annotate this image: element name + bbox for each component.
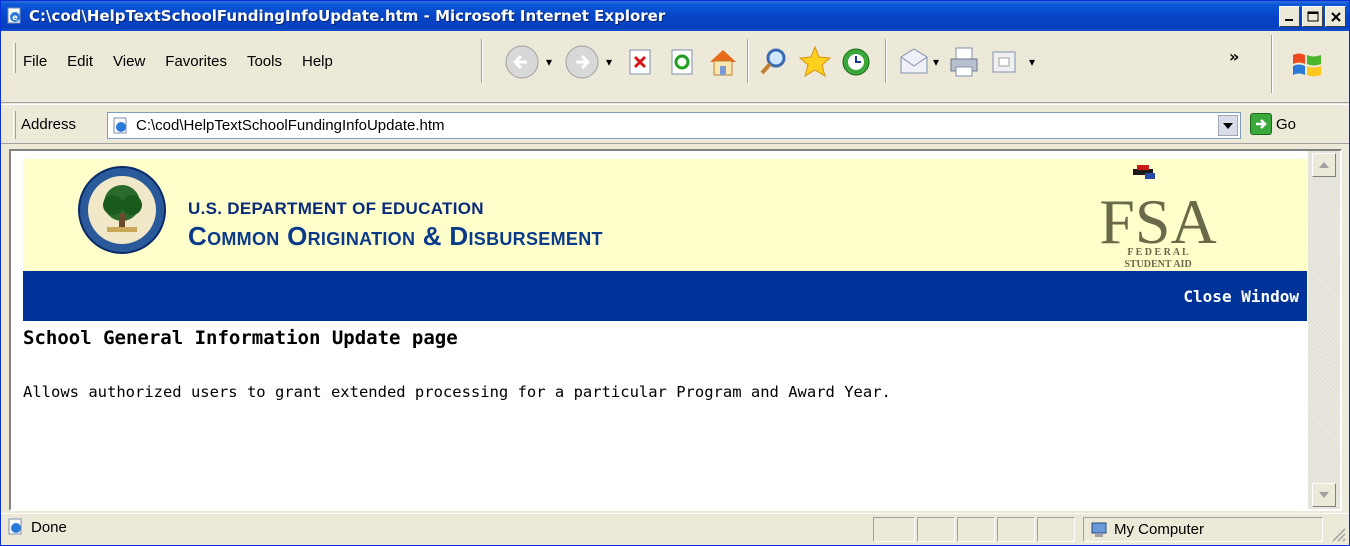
svg-text:STUDENT AID: STUDENT AID <box>1124 259 1191 270</box>
favorites-button[interactable] <box>797 44 833 80</box>
back-dropdown-icon[interactable]: ▾ <box>546 55 552 69</box>
stop-icon <box>629 49 651 75</box>
menu-help[interactable]: Help <box>302 53 333 70</box>
menu-bar: File Edit View Favorites Tools Help <box>23 53 353 70</box>
address-input[interactable]: C:\cod\HelpTextSchoolFundingInfoUpdate.h… <box>107 112 1241 139</box>
edit-icon <box>992 51 1016 73</box>
zone-label: My Computer <box>1114 521 1205 538</box>
status-pane <box>873 517 915 542</box>
resize-grip-icon[interactable] <box>1329 525 1347 543</box>
address-grip[interactable] <box>13 111 16 139</box>
ie-page-icon: e <box>7 7 21 24</box>
arrow-up-icon <box>1319 162 1329 168</box>
print-button[interactable] <box>947 45 981 79</box>
ie-page-icon <box>113 117 127 133</box>
search-icon <box>760 48 786 75</box>
page-description: Allows authorized users to grant extende… <box>23 383 891 401</box>
menu-toolbar: File Edit View Favorites Tools Help ▾ ▾ <box>1 31 1349 103</box>
forward-dropdown-icon[interactable]: ▾ <box>606 55 612 69</box>
go-arrow-icon <box>1250 113 1272 135</box>
status-text: Done <box>31 518 67 536</box>
refresh-button[interactable] <box>668 47 698 77</box>
header-banner: U.S. DEPARTMENT OF EDUCATION Common Orig… <box>23 159 1307 271</box>
windows-logo <box>1289 47 1325 83</box>
status-pane <box>1037 517 1075 542</box>
address-dropdown-button[interactable] <box>1218 115 1238 136</box>
my-computer-icon <box>1091 522 1107 537</box>
browser-window: e C:\cod\HelpTextSchoolFundingInfoUpdate… <box>0 0 1350 546</box>
windows-flag-icon <box>1293 53 1321 77</box>
maximize-button[interactable] <box>1302 6 1323 27</box>
history-icon <box>842 48 870 76</box>
toolbar-separator <box>747 39 749 83</box>
status-panes <box>873 517 1075 542</box>
go-button[interactable]: Go <box>1250 113 1296 135</box>
toolbar-separator <box>481 39 483 83</box>
minimize-icon <box>1284 18 1293 21</box>
menu-grip[interactable] <box>13 43 16 73</box>
toolbar-overflow-chevron[interactable]: » <box>1229 47 1239 66</box>
close-button[interactable] <box>1325 6 1346 27</box>
vertical-scrollbar[interactable] <box>1308 151 1340 509</box>
edit-button[interactable] <box>989 47 1019 77</box>
address-label: Address <box>21 116 77 133</box>
favorites-icon <box>798 45 832 78</box>
chevron-down-icon <box>1223 122 1233 129</box>
svg-text:e: e <box>12 13 18 22</box>
stop-button[interactable] <box>626 47 656 77</box>
department-seal-logo <box>78 166 166 254</box>
forward-button[interactable] <box>563 43 601 81</box>
menu-edit[interactable]: Edit <box>67 53 93 70</box>
menu-tools[interactable]: Tools <box>247 53 282 70</box>
page-viewport[interactable]: U.S. DEPARTMENT OF EDUCATION Common Orig… <box>11 151 1308 509</box>
arrow-down-icon <box>1319 492 1329 498</box>
menu-file[interactable]: File <box>23 53 47 70</box>
search-button[interactable] <box>757 45 791 79</box>
back-button[interactable] <box>503 43 541 81</box>
toolbar-separator <box>1271 35 1273 93</box>
home-button[interactable] <box>706 45 740 79</box>
close-window-link[interactable]: Close Window <box>1183 287 1299 306</box>
application-name: Common Origination & Disbursement <box>188 221 603 251</box>
menu-favorites[interactable]: Favorites <box>165 53 227 70</box>
security-zone[interactable]: My Computer <box>1083 517 1323 542</box>
mail-icon <box>900 48 928 74</box>
fsa-logo: FSA F E D E R A L STUDENT AID <box>1099 165 1217 270</box>
page-title: School General Information Update page <box>23 327 458 349</box>
minimize-button[interactable] <box>1279 6 1300 27</box>
status-bar: Done My Computer <box>1 513 1349 545</box>
department-name: U.S. DEPARTMENT OF EDUCATION <box>188 199 484 218</box>
ie-page-icon <box>8 518 22 535</box>
address-bar: Address C:\cod\HelpTextSchoolFundingInfo… <box>1 104 1349 144</box>
nav-bar: Close Window <box>23 271 1307 321</box>
scroll-up-button[interactable] <box>1312 153 1336 177</box>
status-pane <box>997 517 1035 542</box>
close-icon <box>1330 11 1341 22</box>
title-bar[interactable]: e C:\cod\HelpTextSchoolFundingInfoUpdate… <box>1 1 1349 31</box>
print-icon <box>950 47 978 77</box>
svg-text:F E D E R A L: F E D E R A L <box>1127 247 1189 258</box>
edit-dropdown-icon[interactable]: ▾ <box>1029 55 1035 69</box>
back-icon <box>505 45 539 79</box>
window-title: C:\cod\HelpTextSchoolFundingInfoUpdate.h… <box>29 7 666 25</box>
refresh-icon <box>671 49 693 75</box>
mail-dropdown-icon[interactable]: ▾ <box>933 55 939 69</box>
mail-button[interactable] <box>897 45 931 79</box>
menu-view[interactable]: View <box>113 53 145 70</box>
forward-icon <box>565 45 599 79</box>
page-viewport-frame: U.S. DEPARTMENT OF EDUCATION Common Orig… <box>9 149 1342 511</box>
history-button[interactable] <box>839 45 873 79</box>
maximize-icon <box>1307 11 1318 21</box>
scroll-down-button[interactable] <box>1312 483 1336 507</box>
status-pane <box>917 517 955 542</box>
go-label: Go <box>1276 115 1297 133</box>
home-icon <box>710 50 736 76</box>
toolbar-separator <box>885 39 887 83</box>
address-value: C:\cod\HelpTextSchoolFundingInfoUpdate.h… <box>136 117 445 134</box>
status-pane <box>957 517 995 542</box>
